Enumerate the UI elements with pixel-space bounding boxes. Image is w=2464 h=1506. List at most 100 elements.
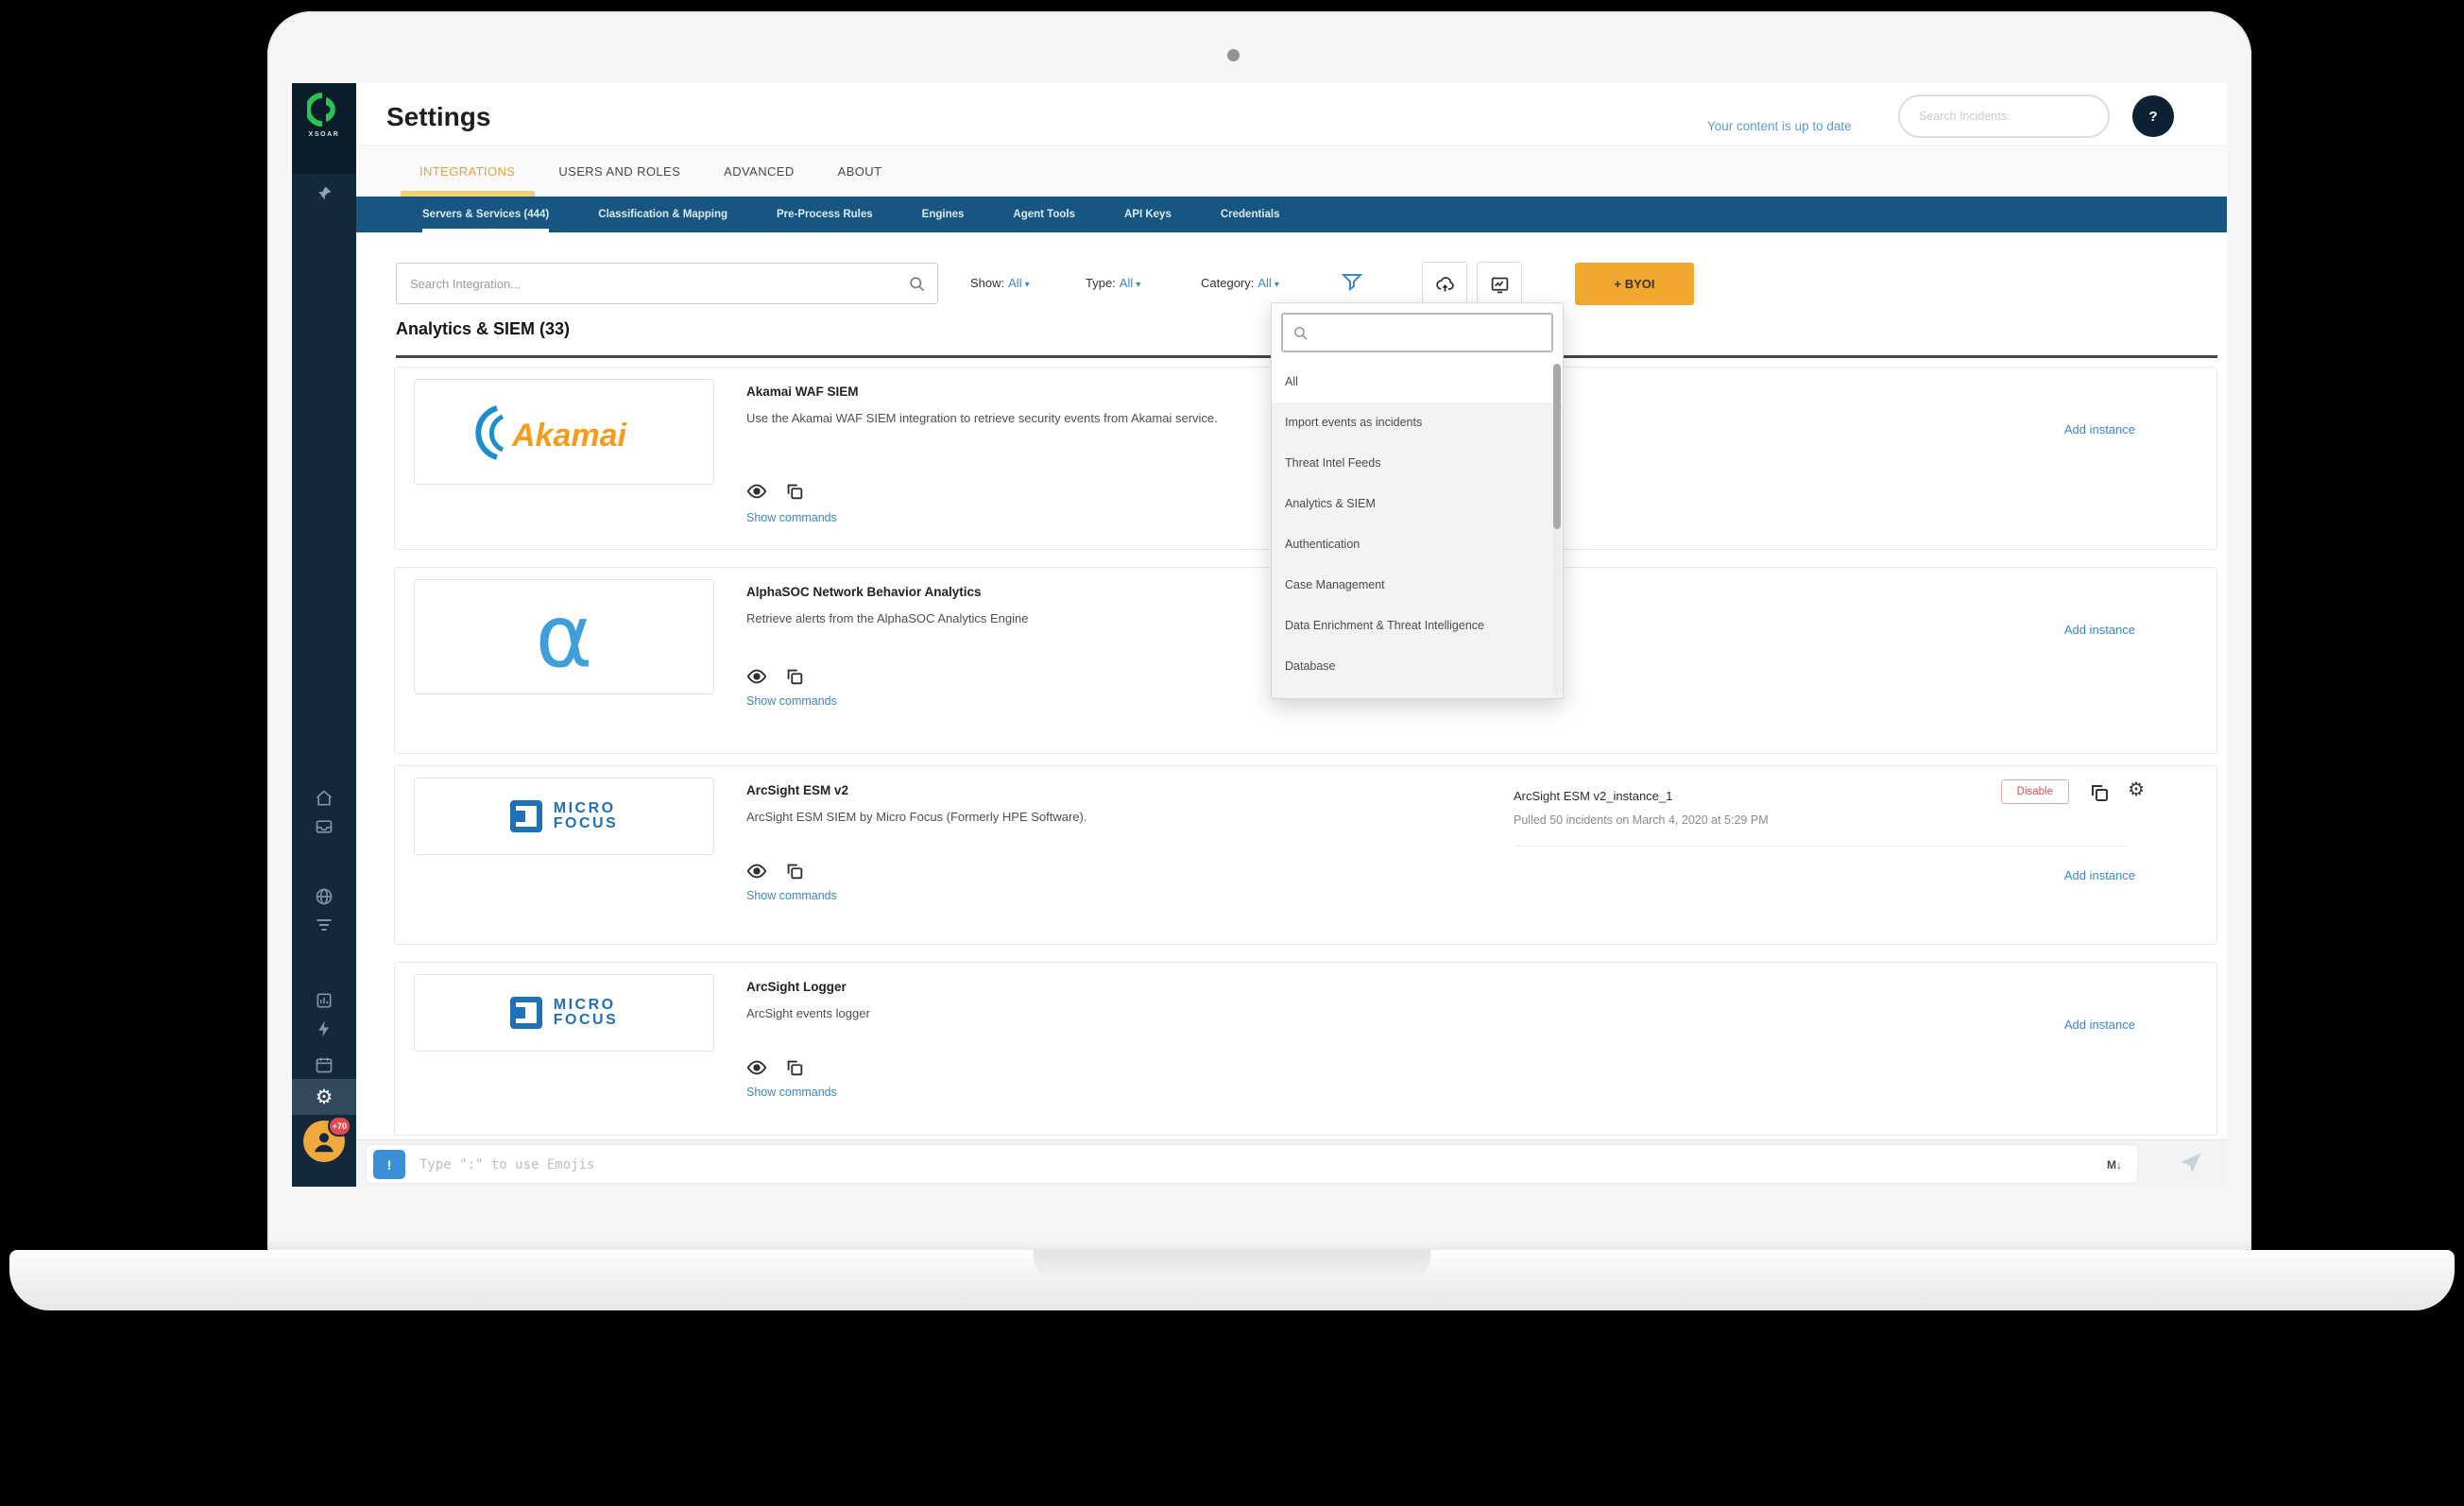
dropdown-item-case-management[interactable]: Case Management bbox=[1272, 565, 1563, 606]
dropdown-item-analytics-siem[interactable]: Analytics & SIEM bbox=[1272, 484, 1563, 524]
chat-input-container: ! M↓ bbox=[366, 1144, 2138, 1184]
laptop-mockup: XSOAR bbox=[0, 0, 2464, 1506]
avatar[interactable]: +70 bbox=[303, 1121, 345, 1162]
copy-icon[interactable] bbox=[784, 481, 805, 502]
instance-status: Pulled 50 incidents on March 4, 2020 at … bbox=[1514, 813, 1769, 827]
lightning-icon[interactable] bbox=[292, 1015, 356, 1043]
globe-icon[interactable] bbox=[292, 882, 356, 911]
dropdown-search bbox=[1281, 313, 1553, 352]
settings-tabs: INTEGRATIONS USERS AND ROLES ADVANCED AB… bbox=[356, 145, 2227, 197]
copy-icon[interactable] bbox=[784, 666, 805, 687]
integration-description: ArcSight events logger bbox=[746, 1004, 870, 1023]
tab-integrations[interactable]: INTEGRATIONS bbox=[419, 164, 515, 179]
integrations-subnav: Servers & Services (444) Classification … bbox=[356, 197, 2227, 232]
integration-description: Use the Akamai WAF SIEM integration to r… bbox=[746, 409, 1218, 428]
copy-icon[interactable] bbox=[784, 861, 805, 881]
byoi-button[interactable]: + BYOI bbox=[1575, 263, 1694, 305]
dropdown-search-input[interactable] bbox=[1283, 315, 1551, 351]
microfocus-logo-line1: MICRO bbox=[554, 801, 619, 816]
eye-icon[interactable] bbox=[746, 861, 767, 881]
chat-input[interactable] bbox=[419, 1145, 1969, 1185]
funnel-filter-icon[interactable] bbox=[1341, 270, 1363, 293]
dropdown-item-import-events[interactable]: Import events as incidents bbox=[1272, 402, 1563, 443]
metrics-icon bbox=[1490, 275, 1510, 295]
filter-lines-icon[interactable] bbox=[292, 911, 356, 939]
metrics-button[interactable] bbox=[1477, 262, 1522, 307]
add-instance-link[interactable]: Add instance bbox=[2064, 422, 2135, 436]
laptop-notch bbox=[1034, 1250, 1430, 1278]
home-icon[interactable] bbox=[292, 784, 356, 813]
integration-name: ArcSight ESM v2 bbox=[746, 783, 848, 797]
dropdown-item-authentication[interactable]: Authentication bbox=[1272, 524, 1563, 565]
inbox-icon[interactable] bbox=[292, 813, 356, 841]
integration-name: AlphaSOC Network Behavior Analytics bbox=[746, 585, 982, 599]
instance-settings-icon[interactable]: ⚙ bbox=[2128, 779, 2145, 798]
laptop-base bbox=[9, 1250, 2455, 1310]
upload-button[interactable] bbox=[1422, 262, 1467, 307]
integration-name: Akamai WAF SIEM bbox=[746, 385, 859, 399]
microfocus-logo-mark bbox=[510, 997, 542, 1029]
dropdown-scrollbar-thumb[interactable] bbox=[1553, 364, 1561, 529]
integration-row-arcsight-logger: MICRO FOCUS ArcSight Logger ArcSight eve… bbox=[394, 962, 2217, 1136]
subnav-agent-tools[interactable]: Agent Tools bbox=[1013, 197, 1075, 232]
category-filter-value: All bbox=[1258, 276, 1271, 290]
type-filter[interactable]: Type:All▾ bbox=[1086, 276, 1140, 290]
settings-icon[interactable]: ⚙ bbox=[292, 1079, 356, 1115]
integration-search-input[interactable] bbox=[397, 264, 937, 303]
tab-advanced[interactable]: ADVANCED bbox=[724, 164, 794, 179]
subnav-servers-services[interactable]: Servers & Services (444) bbox=[422, 197, 549, 232]
microfocus-logo-mark bbox=[510, 800, 542, 832]
type-filter-label: Type: bbox=[1086, 276, 1116, 290]
notification-badge: +70 bbox=[328, 1116, 351, 1137]
add-instance-link[interactable]: Add instance bbox=[2064, 1018, 2135, 1032]
subnav-engines[interactable]: Engines bbox=[922, 197, 965, 232]
integration-search bbox=[396, 263, 938, 304]
send-icon[interactable] bbox=[2178, 1150, 2204, 1176]
search-icon bbox=[908, 275, 926, 293]
copy-icon[interactable] bbox=[784, 1057, 805, 1078]
help-button[interactable]: ? bbox=[2132, 95, 2174, 137]
disable-button[interactable]: Disable bbox=[2001, 779, 2069, 804]
reports-icon[interactable] bbox=[292, 986, 356, 1015]
pin-icon[interactable] bbox=[292, 180, 356, 208]
dropdown-item-threat-intel-feeds[interactable]: Threat Intel Feeds bbox=[1272, 443, 1563, 484]
app-screen: XSOAR bbox=[292, 83, 2227, 1187]
subnav-api-keys[interactable]: API Keys bbox=[1124, 197, 1172, 232]
microfocus-logo-line2: FOCUS bbox=[554, 816, 619, 831]
incident-search-input[interactable] bbox=[1900, 96, 2108, 136]
tab-users-and-roles[interactable]: USERS AND ROLES bbox=[558, 164, 680, 179]
dropdown-item-all[interactable]: All bbox=[1272, 362, 1563, 402]
show-filter-label: Show: bbox=[970, 276, 1004, 290]
dropdown-item-data-enrichment[interactable]: Data Enrichment & Threat Intelligence bbox=[1272, 606, 1563, 646]
show-filter[interactable]: Show:All▾ bbox=[970, 276, 1030, 290]
copy-instance-icon[interactable] bbox=[2088, 781, 2111, 804]
search-icon bbox=[1292, 325, 1309, 341]
content-status-link[interactable]: Your content is up to date bbox=[1707, 119, 1852, 133]
add-instance-link[interactable]: Add instance bbox=[2064, 868, 2135, 882]
tab-about[interactable]: ABOUT bbox=[838, 164, 882, 179]
add-instance-link[interactable]: Add instance bbox=[2064, 623, 2135, 637]
alphasoc-logo-text: α bbox=[536, 593, 593, 680]
show-commands-link[interactable]: Show commands bbox=[746, 889, 837, 902]
eye-icon[interactable] bbox=[746, 666, 767, 687]
category-filter[interactable]: Category:All▾ bbox=[1201, 276, 1279, 290]
caret-down-icon: ▾ bbox=[1136, 280, 1140, 290]
calendar-icon[interactable] bbox=[292, 1051, 356, 1079]
camera-dot bbox=[1227, 49, 1240, 61]
show-commands-link[interactable]: Show commands bbox=[746, 694, 837, 708]
subnav-pre-process-rules[interactable]: Pre-Process Rules bbox=[777, 197, 873, 232]
show-commands-link[interactable]: Show commands bbox=[746, 511, 837, 524]
dropdown-item-database[interactable]: Database bbox=[1272, 646, 1563, 687]
markdown-icon[interactable]: M↓ bbox=[2107, 1145, 2122, 1185]
eye-icon[interactable] bbox=[746, 481, 767, 502]
eye-icon[interactable] bbox=[746, 1057, 767, 1078]
chat-footer: ! M↓ bbox=[356, 1139, 2227, 1187]
subnav-credentials[interactable]: Credentials bbox=[1221, 197, 1280, 232]
page-title: Settings bbox=[386, 102, 490, 132]
show-commands-link[interactable]: Show commands bbox=[746, 1086, 837, 1099]
subnav-classification-mapping[interactable]: Classification & Mapping bbox=[598, 197, 727, 232]
alphasoc-logo: α bbox=[414, 579, 714, 694]
chat-action-button[interactable]: ! bbox=[373, 1150, 405, 1179]
laptop-lid: XSOAR bbox=[267, 11, 2251, 1258]
incident-search bbox=[1898, 94, 2110, 138]
